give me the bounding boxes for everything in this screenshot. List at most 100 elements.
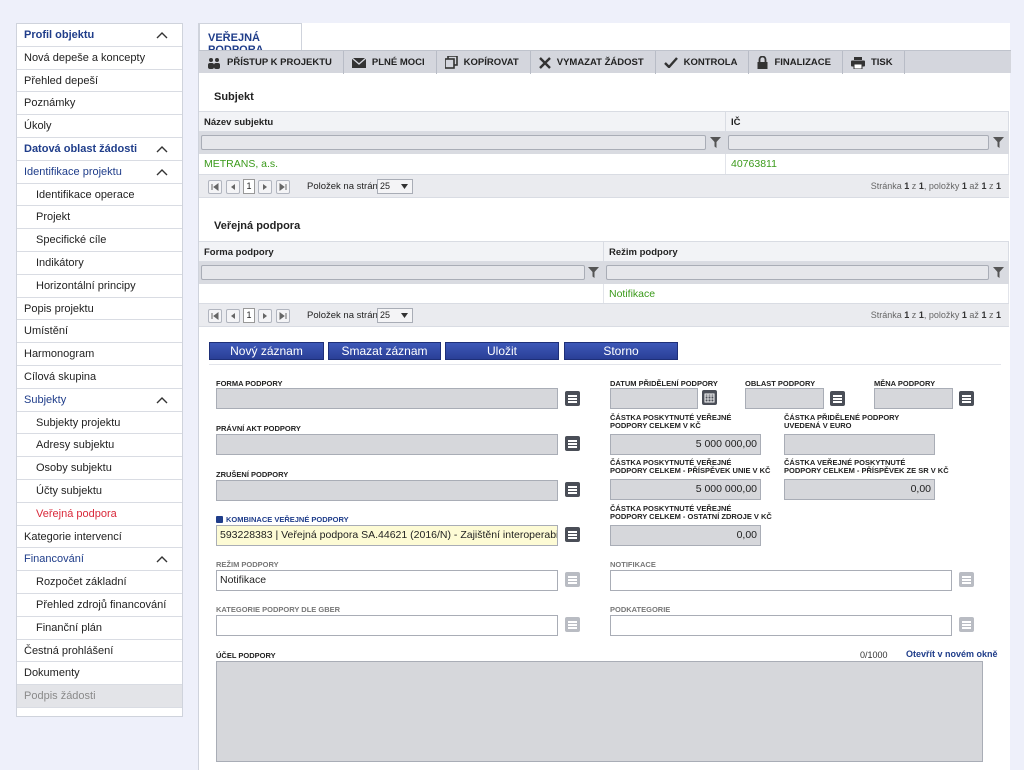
- filter-icon[interactable]: [588, 267, 599, 278]
- access-button[interactable]: PŘÍSTUP K PROJEKTU: [199, 51, 344, 74]
- open-new-window-link[interactable]: Otevřít v novém okně: [906, 649, 998, 659]
- sidebar-item-osoby-subjektu[interactable]: Osoby subjektu: [17, 457, 182, 480]
- save-button[interactable]: Uložit: [445, 342, 559, 360]
- filter-icon[interactable]: [993, 137, 1004, 148]
- page-number[interactable]: 1: [243, 179, 255, 194]
- sidebar-item-subjekty-projektu[interactable]: Subjekty projektu: [17, 412, 182, 435]
- sidebar-item-identifikace-operace[interactable]: Identifikace operace: [17, 184, 182, 207]
- prev-page-button[interactable]: [226, 309, 240, 323]
- cancel-button[interactable]: Storno: [564, 342, 678, 360]
- power-of-attorney-button[interactable]: PLNÉ MOCI: [344, 51, 437, 74]
- sidebar-item-profil-objektu[interactable]: Profil objektu: [17, 24, 182, 47]
- chevron-up-icon[interactable]: [156, 556, 168, 563]
- last-page-button[interactable]: [276, 180, 290, 194]
- column-header-forma[interactable]: Forma podpory: [199, 242, 604, 263]
- lock-icon: [757, 56, 768, 69]
- mena-field[interactable]: [874, 388, 953, 409]
- sidebar-item-p-ehled-depe-[interactable]: Přehled depeší: [17, 70, 182, 93]
- filter-input-forma[interactable]: [201, 265, 585, 280]
- table-row[interactable]: Notifikace: [199, 284, 1009, 304]
- delete-record-button[interactable]: Smazat záznam: [328, 342, 441, 360]
- filter-input-rezim[interactable]: [606, 265, 989, 280]
- first-page-button[interactable]: [208, 309, 222, 323]
- sidebar-item-popis-projektu[interactable]: Popis projektu: [17, 298, 182, 321]
- sidebar-item-pozn-mky[interactable]: Poznámky: [17, 92, 182, 116]
- rezim-field[interactable]: Notifikace: [216, 570, 558, 591]
- new-record-button[interactable]: Nový záznam: [209, 342, 324, 360]
- copy-button[interactable]: KOPÍROVAT: [437, 51, 531, 74]
- print-button[interactable]: TISK: [843, 51, 905, 74]
- castka-euro-field[interactable]: [784, 434, 935, 455]
- castka-celkem-field[interactable]: 5 000 000,00: [610, 434, 761, 455]
- sidebar-item-specifick-c-le[interactable]: Specifické cíle: [17, 229, 182, 252]
- last-page-button[interactable]: [276, 309, 290, 323]
- sidebar-item-p-ehled-zdroj-financov-n-[interactable]: Přehled zdrojů financování: [17, 594, 182, 617]
- chevron-up-icon[interactable]: [156, 168, 168, 176]
- list-icon[interactable]: [565, 391, 580, 406]
- filter-input-ic[interactable]: [728, 135, 989, 150]
- sidebar-item-dokumenty[interactable]: Dokumenty: [17, 662, 182, 686]
- sidebar-item-datov-oblast-dosti[interactable]: Datová oblast žádosti: [17, 138, 182, 161]
- list-icon[interactable]: [565, 482, 580, 497]
- sidebar-item-projekt[interactable]: Projekt: [17, 206, 182, 230]
- zruseni-field[interactable]: [216, 480, 558, 501]
- sidebar-item-horizont-ln-principy[interactable]: Horizontální principy: [17, 275, 182, 298]
- datum-field[interactable]: [610, 388, 698, 409]
- prev-page-button[interactable]: [226, 180, 240, 194]
- prev-page-icon: [231, 184, 235, 190]
- ucel-textarea[interactable]: [216, 661, 983, 762]
- next-page-button[interactable]: [258, 309, 272, 323]
- column-header-rezim[interactable]: Režim podpory: [604, 242, 1009, 263]
- oblast-field[interactable]: [745, 388, 824, 409]
- sidebar-item--ty-subjektu[interactable]: Účty subjektu: [17, 480, 182, 503]
- filter-input-nazev[interactable]: [201, 135, 706, 150]
- sidebar-item-ve-ejn-podpora[interactable]: Veřejná podpora: [17, 503, 182, 526]
- sidebar-item-financov-n-[interactable]: Financování: [17, 548, 182, 572]
- list-icon[interactable]: [565, 436, 580, 451]
- podkategorie-field[interactable]: [610, 615, 952, 636]
- sidebar-item-rozpo-et-z-kladn-[interactable]: Rozpočet základní: [17, 571, 182, 594]
- finalize-button[interactable]: FINALIZACE: [749, 51, 843, 74]
- first-page-button[interactable]: [208, 180, 222, 194]
- notifikace-field[interactable]: [610, 570, 952, 591]
- castka-eu-field[interactable]: 5 000 000,00: [610, 479, 761, 500]
- pravni-akt-field[interactable]: [216, 434, 558, 455]
- sidebar-item-c-lov-skupina[interactable]: Cílová skupina: [17, 366, 182, 389]
- kombinace-field[interactable]: 593228383 | Veřejná podpora SA.44621 (20…: [216, 525, 558, 546]
- sidebar-item-um-st-n-[interactable]: Umístění: [17, 320, 182, 344]
- per-page-select[interactable]: 25: [377, 308, 413, 323]
- sidebar-item-subjekty[interactable]: Subjekty: [17, 389, 182, 412]
- sidebar-item-nov-depe-e-a-koncepty[interactable]: Nová depeše a koncepty: [17, 47, 182, 70]
- column-header-ic[interactable]: IČ: [726, 112, 1009, 133]
- filter-icon[interactable]: [710, 137, 721, 148]
- calendar-icon[interactable]: [702, 390, 717, 405]
- list-icon[interactable]: [959, 391, 974, 406]
- chevron-up-icon[interactable]: [156, 396, 168, 404]
- sidebar-item-finan-n-pl-n[interactable]: Finanční plán: [17, 617, 182, 640]
- subjekt-title: Subjekt: [214, 91, 254, 103]
- sidebar-item-harmonogram[interactable]: Harmonogram: [17, 343, 182, 366]
- list-icon[interactable]: [565, 527, 580, 542]
- delete-request-button[interactable]: VYMAZAT ŽÁDOST: [531, 51, 656, 74]
- chevron-up-icon[interactable]: [156, 32, 168, 39]
- forma-podpory-field[interactable]: [216, 388, 558, 409]
- filter-icon[interactable]: [993, 267, 1004, 278]
- table-row[interactable]: METRANS, a.s. 40763811: [199, 154, 1009, 174]
- sidebar-item-indik-tory[interactable]: Indikátory: [17, 252, 182, 275]
- per-page-select[interactable]: 25: [377, 179, 413, 194]
- sidebar-item-kategorie-intervenc-[interactable]: Kategorie intervencí: [17, 526, 182, 549]
- kategorie-gber-field[interactable]: [216, 615, 558, 636]
- sidebar-item--estn-prohl-en-[interactable]: Čestná prohlášení: [17, 640, 182, 663]
- chevron-up-icon[interactable]: [156, 145, 168, 153]
- sidebar-item-adresy-subjektu[interactable]: Adresy subjektu: [17, 434, 182, 458]
- page-number[interactable]: 1: [243, 308, 255, 323]
- column-header-nazev[interactable]: Název subjektu: [199, 112, 726, 133]
- next-page-button[interactable]: [258, 180, 272, 194]
- sidebar-item--koly[interactable]: Úkoly: [17, 115, 182, 138]
- sidebar-item-identifikace-projektu[interactable]: Identifikace projektu: [17, 161, 182, 184]
- castka-sr-field[interactable]: 0,00: [784, 479, 935, 500]
- tab-verejna-podpora[interactable]: VEŘEJNÁ PODPORA: [199, 23, 302, 56]
- check-button[interactable]: KONTROLA: [656, 51, 750, 74]
- list-icon[interactable]: [830, 391, 845, 406]
- castka-ostatni-field[interactable]: 0,00: [610, 525, 761, 546]
